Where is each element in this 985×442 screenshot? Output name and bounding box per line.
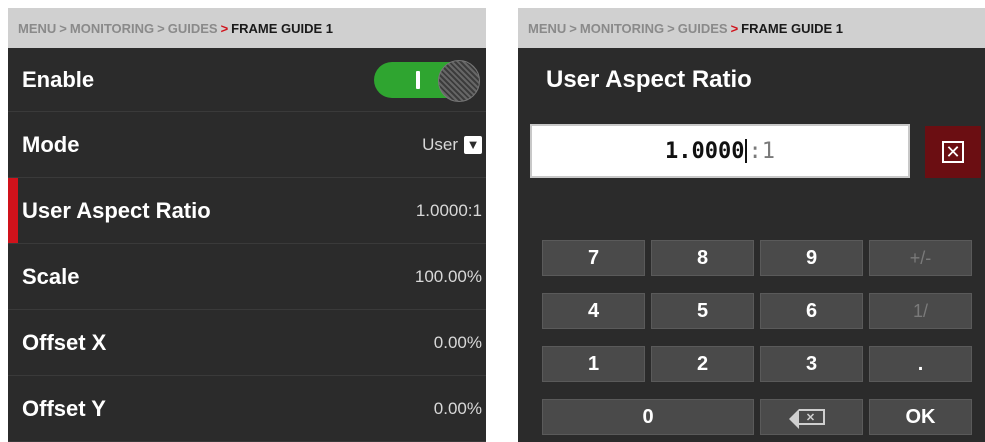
mode-select[interactable]: User ▼ [422, 135, 482, 155]
key-9[interactable]: 9 [760, 240, 863, 276]
breadcrumb: MENU > MONITORING > GUIDES > FRAME GUIDE… [518, 8, 985, 48]
input-value: 1.0000 [665, 138, 745, 164]
breadcrumb-separator: > [569, 20, 577, 36]
key-2[interactable]: 2 [651, 346, 754, 382]
breadcrumb-current: FRAME GUIDE 1 [741, 20, 844, 36]
chevron-down-icon[interactable]: ▼ [464, 135, 482, 154]
key-7[interactable]: 7 [542, 240, 645, 276]
breadcrumb-monitoring[interactable]: MONITORING [580, 21, 664, 36]
key-8[interactable]: 8 [651, 240, 754, 276]
backspace-icon: ✕ [788, 409, 825, 429]
toggle-on-indicator [416, 70, 420, 89]
enable-label: Enable [22, 66, 95, 92]
offset-x-value: 0.00% [433, 332, 482, 352]
scale-label: Scale [22, 263, 80, 289]
key-reciprocal[interactable]: 1/ [869, 293, 972, 329]
breadcrumb-separator: > [157, 20, 165, 36]
breadcrumb-separator: > [667, 20, 675, 36]
clear-button[interactable]: ✕ [925, 126, 981, 178]
page-title: User Aspect Ratio [546, 66, 752, 93]
scale-row[interactable]: Scale 100.00% [8, 244, 486, 310]
offset-y-label: Offset Y [22, 395, 106, 421]
toggle-knob[interactable] [438, 59, 480, 102]
key-plus-minus[interactable]: +/- [869, 240, 972, 276]
key-6[interactable]: 6 [760, 293, 863, 329]
enable-toggle[interactable] [374, 59, 480, 102]
breadcrumb-guides[interactable]: GUIDES [678, 21, 728, 36]
input-suffix: :1 [748, 138, 775, 164]
mode-label: Mode [22, 131, 80, 157]
offset-y-row[interactable]: Offset Y 0.00% [8, 376, 486, 442]
offset-x-label: Offset X [22, 329, 107, 355]
key-backspace[interactable]: ✕ [760, 399, 863, 435]
user-aspect-ratio-label: User Aspect Ratio [22, 197, 211, 223]
text-cursor [745, 139, 748, 163]
key-ok[interactable]: OK [869, 399, 972, 435]
scale-value: 100.00% [414, 266, 482, 286]
key-0[interactable]: 0 [542, 399, 754, 435]
user-aspect-ratio-value: 1.0000:1 [415, 200, 482, 220]
key-3[interactable]: 3 [760, 346, 863, 382]
selection-indicator [8, 178, 18, 243]
mode-row[interactable]: Mode User ▼ [8, 112, 486, 178]
offset-y-value: 0.00% [433, 398, 482, 418]
breadcrumb-menu[interactable]: MENU [528, 21, 566, 36]
breadcrumb: MENU > MONITORING > GUIDES > FRAME GUIDE… [8, 8, 486, 48]
key-decimal[interactable]: . [869, 346, 972, 382]
mode-value: User [422, 134, 458, 154]
key-5[interactable]: 5 [651, 293, 754, 329]
close-box-icon: ✕ [942, 141, 964, 163]
aspect-ratio-input[interactable]: 1.0000 :1 [530, 124, 910, 178]
breadcrumb-separator: > [220, 20, 229, 36]
key-1[interactable]: 1 [542, 346, 645, 382]
breadcrumb-monitoring[interactable]: MONITORING [70, 21, 154, 36]
user-aspect-ratio-row[interactable]: User Aspect Ratio 1.0000:1 [8, 178, 486, 244]
breadcrumb-menu[interactable]: MENU [18, 21, 56, 36]
frame-guide-menu-panel: MENU > MONITORING > GUIDES > FRAME GUIDE… [8, 8, 486, 442]
breadcrumb-separator: > [59, 20, 67, 36]
breadcrumb-current: FRAME GUIDE 1 [231, 20, 334, 36]
aspect-ratio-entry-panel: MENU > MONITORING > GUIDES > FRAME GUIDE… [518, 8, 985, 442]
offset-x-row[interactable]: Offset X 0.00% [8, 310, 486, 376]
enable-row[interactable]: Enable [8, 48, 486, 112]
breadcrumb-separator: > [730, 20, 739, 36]
key-4[interactable]: 4 [542, 293, 645, 329]
breadcrumb-guides[interactable]: GUIDES [168, 21, 218, 36]
